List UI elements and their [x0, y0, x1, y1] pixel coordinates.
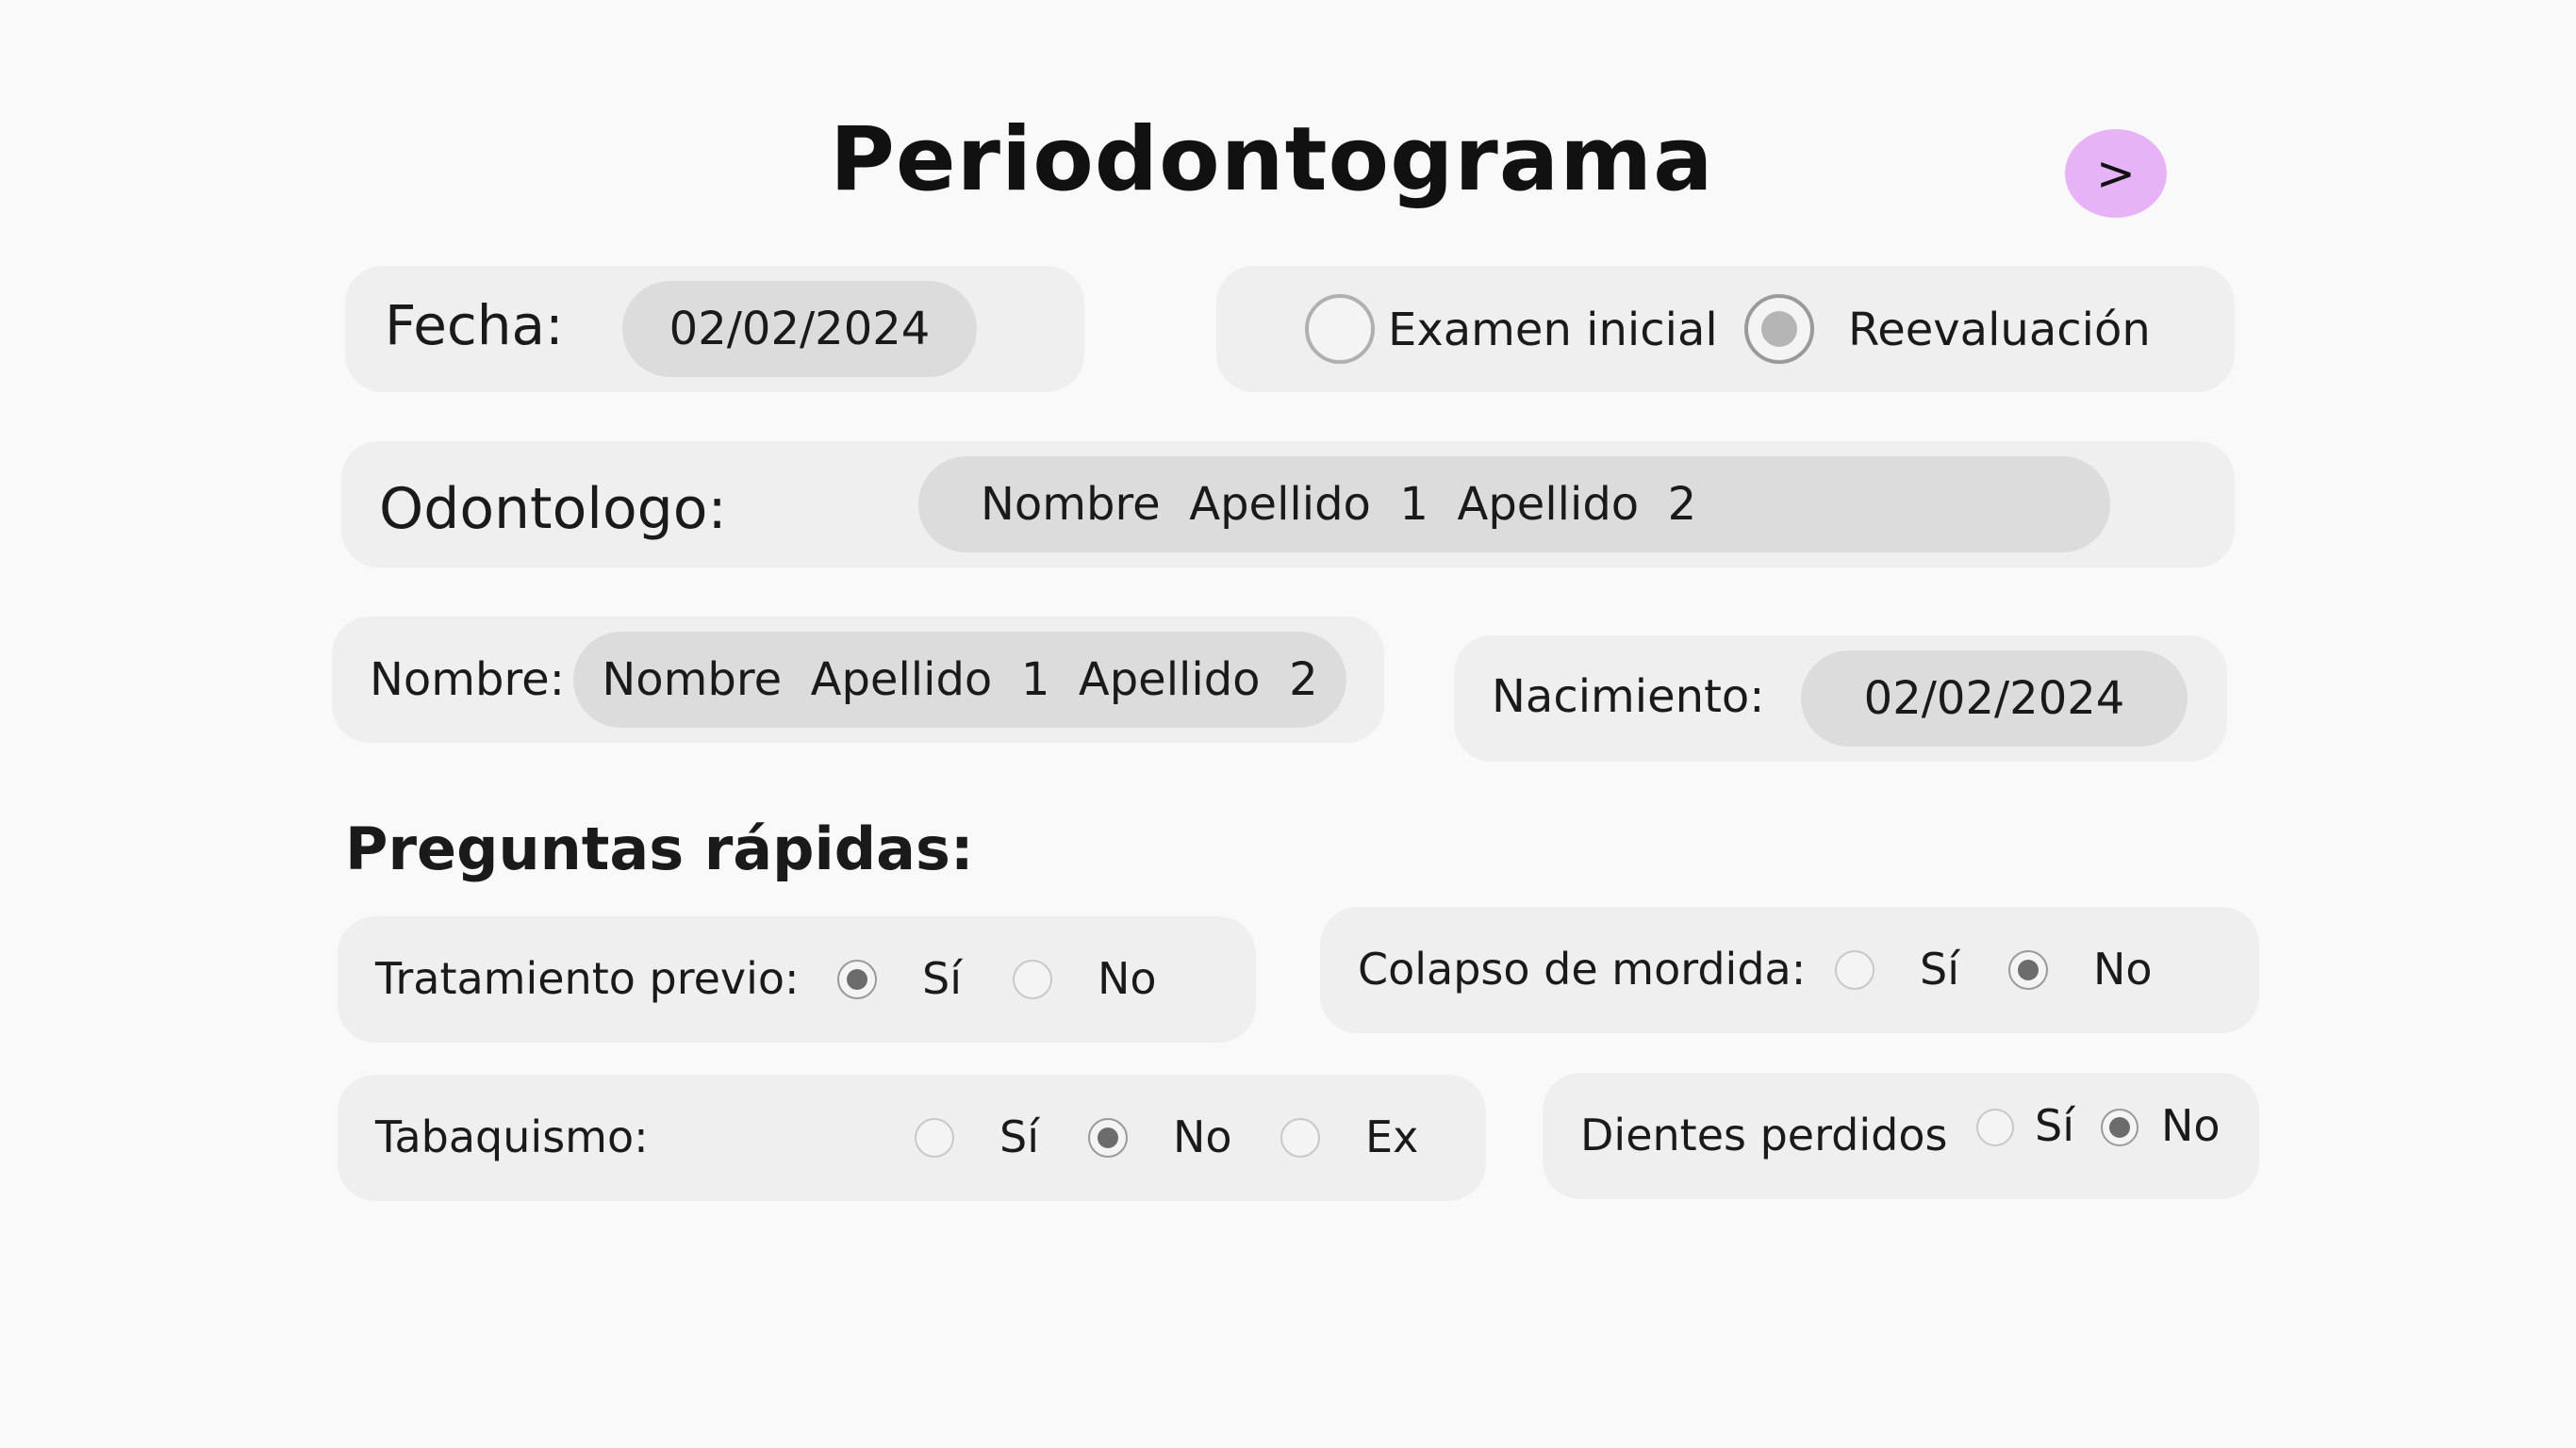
- nombre-field[interactable]: Nombre Apellido 1 Apellido 2: [573, 632, 1346, 728]
- next-button[interactable]: >: [2065, 129, 2167, 218]
- tratamiento-si-label: Sí: [922, 953, 962, 1004]
- dientes-label: Dientes perdidos: [1580, 1110, 1948, 1160]
- tabaquismo-ex-label: Ex: [1365, 1111, 1419, 1162]
- quick-questions-heading: Preguntas rápidas:: [345, 814, 974, 883]
- tabaquismo-si-label: Sí: [999, 1111, 1039, 1162]
- colapso-no-radio[interactable]: [2008, 950, 2048, 990]
- nacimiento-field[interactable]: 02/02/2024: [1801, 650, 2188, 747]
- colapso-si-label: Sí: [1920, 944, 1959, 995]
- tabaquismo-no-label: No: [1173, 1111, 1232, 1162]
- tabaquismo-no-radio[interactable]: [1088, 1118, 1128, 1158]
- reevaluacion-label: Reevaluación: [1848, 304, 2151, 356]
- colapso-si-radio[interactable]: [1835, 950, 1874, 990]
- tabaquismo-ex-radio[interactable]: [1280, 1118, 1320, 1158]
- exam-inicial-label: Examen inicial: [1388, 304, 1718, 356]
- dientes-si-label: Sí: [2035, 1100, 2074, 1151]
- tratamiento-no-radio[interactable]: [1013, 960, 1052, 999]
- tratamiento-si-radio-dot: [847, 969, 867, 990]
- tratamiento-label: Tratamiento previo:: [375, 953, 800, 1004]
- next-arrow-icon: >: [2096, 146, 2136, 201]
- tabaquismo-si-radio[interactable]: [915, 1118, 954, 1158]
- colapso-no-label: No: [2093, 944, 2153, 995]
- exam-inicial-radio[interactable]: [1305, 294, 1375, 364]
- colapso-label: Colapso de mordida:: [1358, 944, 1807, 995]
- fecha-field[interactable]: 02/02/2024: [622, 281, 977, 377]
- nombre-label: Nombre:: [370, 653, 565, 706]
- nombre-value: Nombre Apellido 1 Apellido 2: [602, 653, 1318, 706]
- reevaluacion-radio-dot: [1761, 311, 1797, 347]
- dientes-si-radio[interactable]: [1976, 1109, 2014, 1146]
- fecha-label: Fecha:: [385, 293, 564, 357]
- reevaluacion-radio[interactable]: [1744, 294, 1814, 364]
- tabaquismo-no-radio-dot: [1098, 1127, 1118, 1148]
- odontologo-value: Nombre Apellido 1 Apellido 2: [981, 478, 1697, 531]
- colapso-no-radio-dot: [2018, 960, 2039, 980]
- tratamiento-no-label: No: [1098, 953, 1157, 1004]
- dientes-no-label: No: [2161, 1100, 2221, 1151]
- odontologo-field[interactable]: Nombre Apellido 1 Apellido 2: [918, 456, 2110, 552]
- odontologo-label: Odontologo:: [379, 476, 727, 542]
- tratamiento-si-radio[interactable]: [837, 960, 877, 999]
- tabaquismo-label: Tabaquismo:: [375, 1111, 649, 1162]
- dientes-no-radio-dot: [2109, 1117, 2130, 1138]
- nacimiento-label: Nacimiento:: [1492, 670, 1765, 723]
- page-title: Periodontograma: [830, 108, 1714, 211]
- dientes-no-radio[interactable]: [2101, 1109, 2138, 1146]
